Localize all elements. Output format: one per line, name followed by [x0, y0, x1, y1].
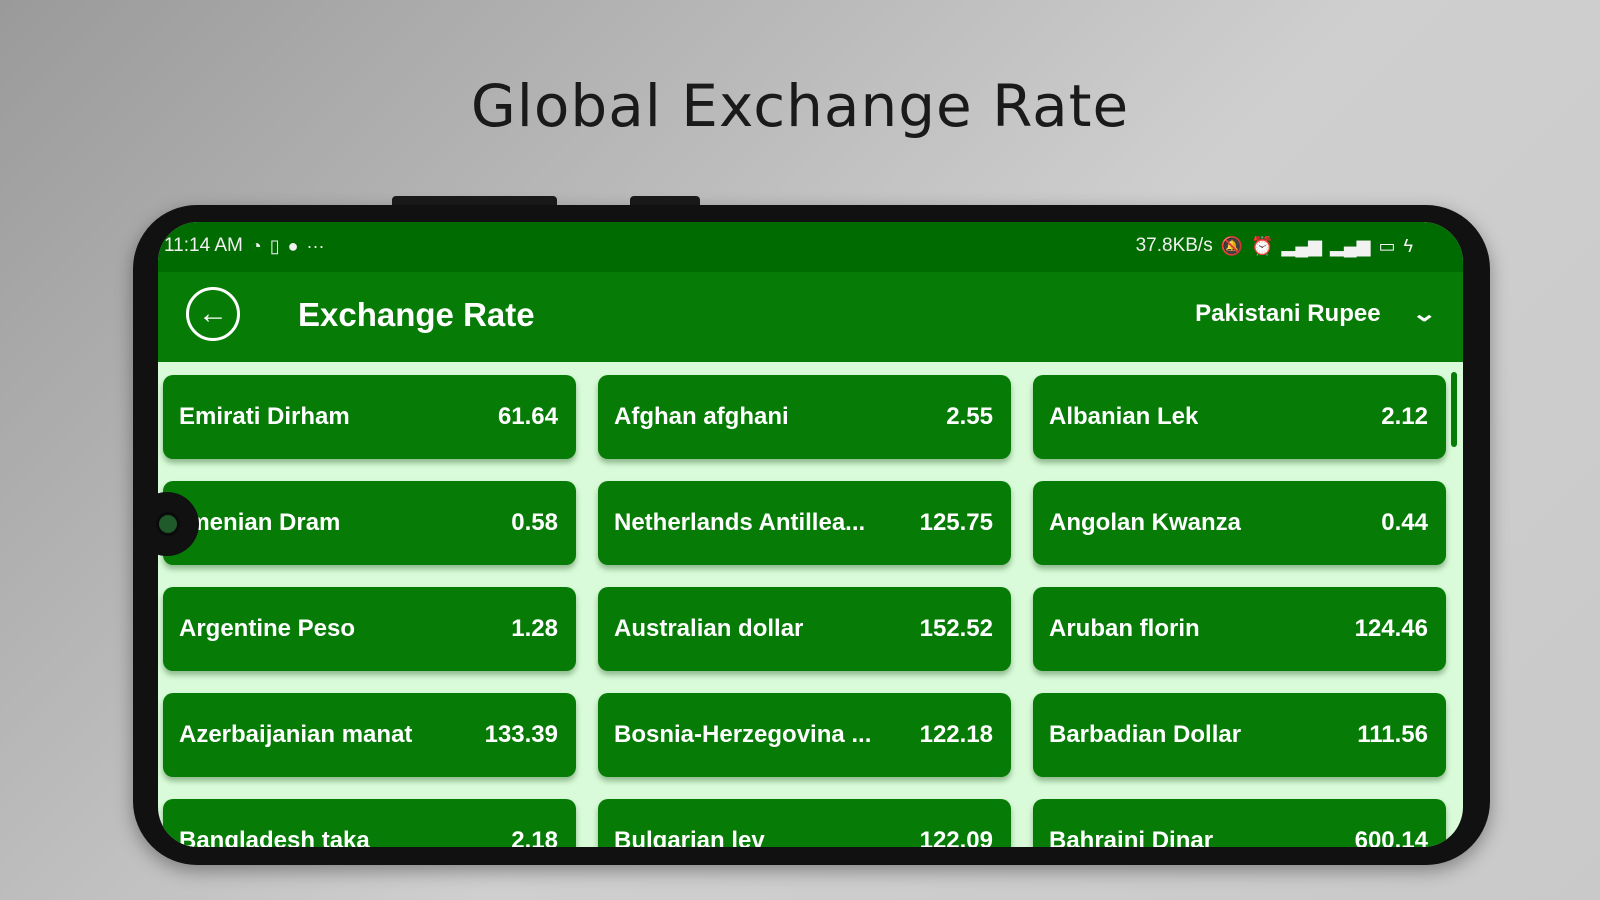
- currency-name: Emirati Dirham: [179, 403, 350, 430]
- rate-card[interactable]: Azerbaijanian manat 133.39: [163, 693, 576, 777]
- status-right: 37.8KB/s 🔕 ⏰ ▂▄▆ ▂▄▆ ▭ ϟ: [1136, 235, 1413, 257]
- back-button[interactable]: ←: [186, 287, 240, 341]
- rate-card[interactable]: Bosnia-Herzegovina ... 122.18: [598, 693, 1011, 777]
- rate-value: 111.56: [1357, 721, 1428, 748]
- whatsapp-icon: ◔: [250, 236, 262, 256]
- network-speed: 37.8KB/s: [1135, 235, 1213, 256]
- currency-name: Aruban florin: [1049, 615, 1200, 642]
- currency-name: rmenian Dram: [179, 509, 341, 536]
- rate-value: 2.55: [946, 403, 993, 430]
- currency-name: Barbadian Dollar: [1049, 721, 1242, 748]
- rate-card[interactable]: Barbadian Dollar 111.56: [1033, 693, 1446, 777]
- rate-card[interactable]: Bulgarian lev 122.09: [598, 799, 1011, 847]
- rate-card[interactable]: Australian dollar 152.52: [598, 587, 1011, 671]
- currency-name: Bosnia-Herzegovina ...: [614, 721, 872, 748]
- rate-card[interactable]: Bahraini Dinar 600.14: [1033, 799, 1446, 847]
- phone-screen: 11:14 AM ◔ ▯ ● ··· 37.8KB/s 🔕 ⏰ ▂▄▆ ▂▄▆ …: [158, 222, 1463, 847]
- page-title: Exchange Rate: [298, 296, 535, 333]
- rate-value: 133.39: [484, 721, 558, 748]
- battery-icon: ▭: [1378, 236, 1396, 256]
- arrow-left-icon: ←: [198, 297, 228, 330]
- rate-card[interactable]: Albanian Lek 2.12: [1033, 375, 1446, 459]
- rate-card[interactable]: Afghan afghani 2.55: [598, 375, 1011, 459]
- sim-icon: ▯: [269, 236, 280, 256]
- more-dots-icon: ···: [306, 236, 325, 256]
- currency-name: Bulgarian lev: [614, 827, 765, 847]
- rate-value: 1.28: [511, 615, 558, 642]
- rate-value: 122.18: [919, 721, 993, 748]
- rate-value: 0.58: [511, 509, 558, 536]
- rate-card[interactable]: Netherlands Antillea... 125.75: [598, 481, 1011, 565]
- rate-value: 600.14: [1354, 827, 1428, 847]
- selected-currency: Pakistani Rupee: [1195, 300, 1381, 327]
- charging-icon: ϟ: [1403, 236, 1413, 256]
- messenger-icon: ●: [287, 236, 299, 256]
- currency-name: Afghan afghani: [614, 403, 789, 430]
- rate-value: 2.18: [511, 827, 558, 847]
- signal-icon: ▂▄▆: [1281, 236, 1322, 256]
- rate-value: 152.52: [919, 615, 993, 642]
- currency-name: Albanian Lek: [1049, 403, 1199, 430]
- rate-value: 122.09: [919, 827, 993, 847]
- currency-name: Australian dollar: [614, 615, 804, 642]
- alarm-icon: ⏰: [1251, 236, 1274, 256]
- currency-dropdown[interactable]: Pakistani Rupee ⌄: [1195, 300, 1437, 328]
- rate-card[interactable]: Argentine Peso 1.28: [163, 587, 576, 671]
- rate-value: 2.12: [1381, 403, 1428, 430]
- status-time: 11:14 AM: [164, 235, 243, 256]
- headline: Global Exchange Rate: [470, 72, 1130, 140]
- currency-name: Bangladesh taka: [179, 827, 370, 847]
- rate-card[interactable]: Emirati Dirham 61.64: [163, 375, 576, 459]
- rate-card[interactable]: Bangladesh taka 2.18: [163, 799, 576, 847]
- rate-value: 125.75: [919, 509, 993, 536]
- status-left: 11:14 AM ◔ ▯ ● ···: [164, 235, 325, 257]
- rate-value: 61.64: [497, 403, 558, 430]
- currency-name: Angolan Kwanza: [1049, 509, 1242, 536]
- rate-card[interactable]: Aruban florin 124.46: [1033, 587, 1446, 671]
- currency-name: Bahraini Dinar: [1049, 827, 1214, 847]
- chevron-down-icon: ⌄: [1410, 301, 1437, 326]
- camera-lens: [156, 512, 180, 536]
- currency-name: Netherlands Antillea...: [614, 509, 866, 536]
- rates-grid: Emirati Dirham 61.64 Afghan afghani 2.55 A…: [163, 375, 1446, 847]
- status-bar: 11:14 AM ◔ ▯ ● ··· 37.8KB/s 🔕 ⏰ ▂▄▆ ▂▄▆ …: [158, 222, 1463, 272]
- rate-card[interactable]: rmenian Dram 0.58: [163, 481, 576, 565]
- app-bar: ← Exchange Rate Pakistani Rupee ⌄: [158, 272, 1463, 362]
- rate-card[interactable]: Angolan Kwanza 0.44: [1033, 481, 1446, 565]
- rate-value: 124.46: [1354, 615, 1428, 642]
- scrollbar[interactable]: [1451, 372, 1457, 447]
- currency-name: Argentine Peso: [179, 615, 356, 642]
- mute-icon: 🔕: [1220, 236, 1244, 256]
- currency-name: Azerbaijanian manat: [179, 721, 413, 748]
- signal2-icon: ▂▄▆: [1330, 236, 1371, 256]
- rate-value: 0.44: [1381, 509, 1428, 536]
